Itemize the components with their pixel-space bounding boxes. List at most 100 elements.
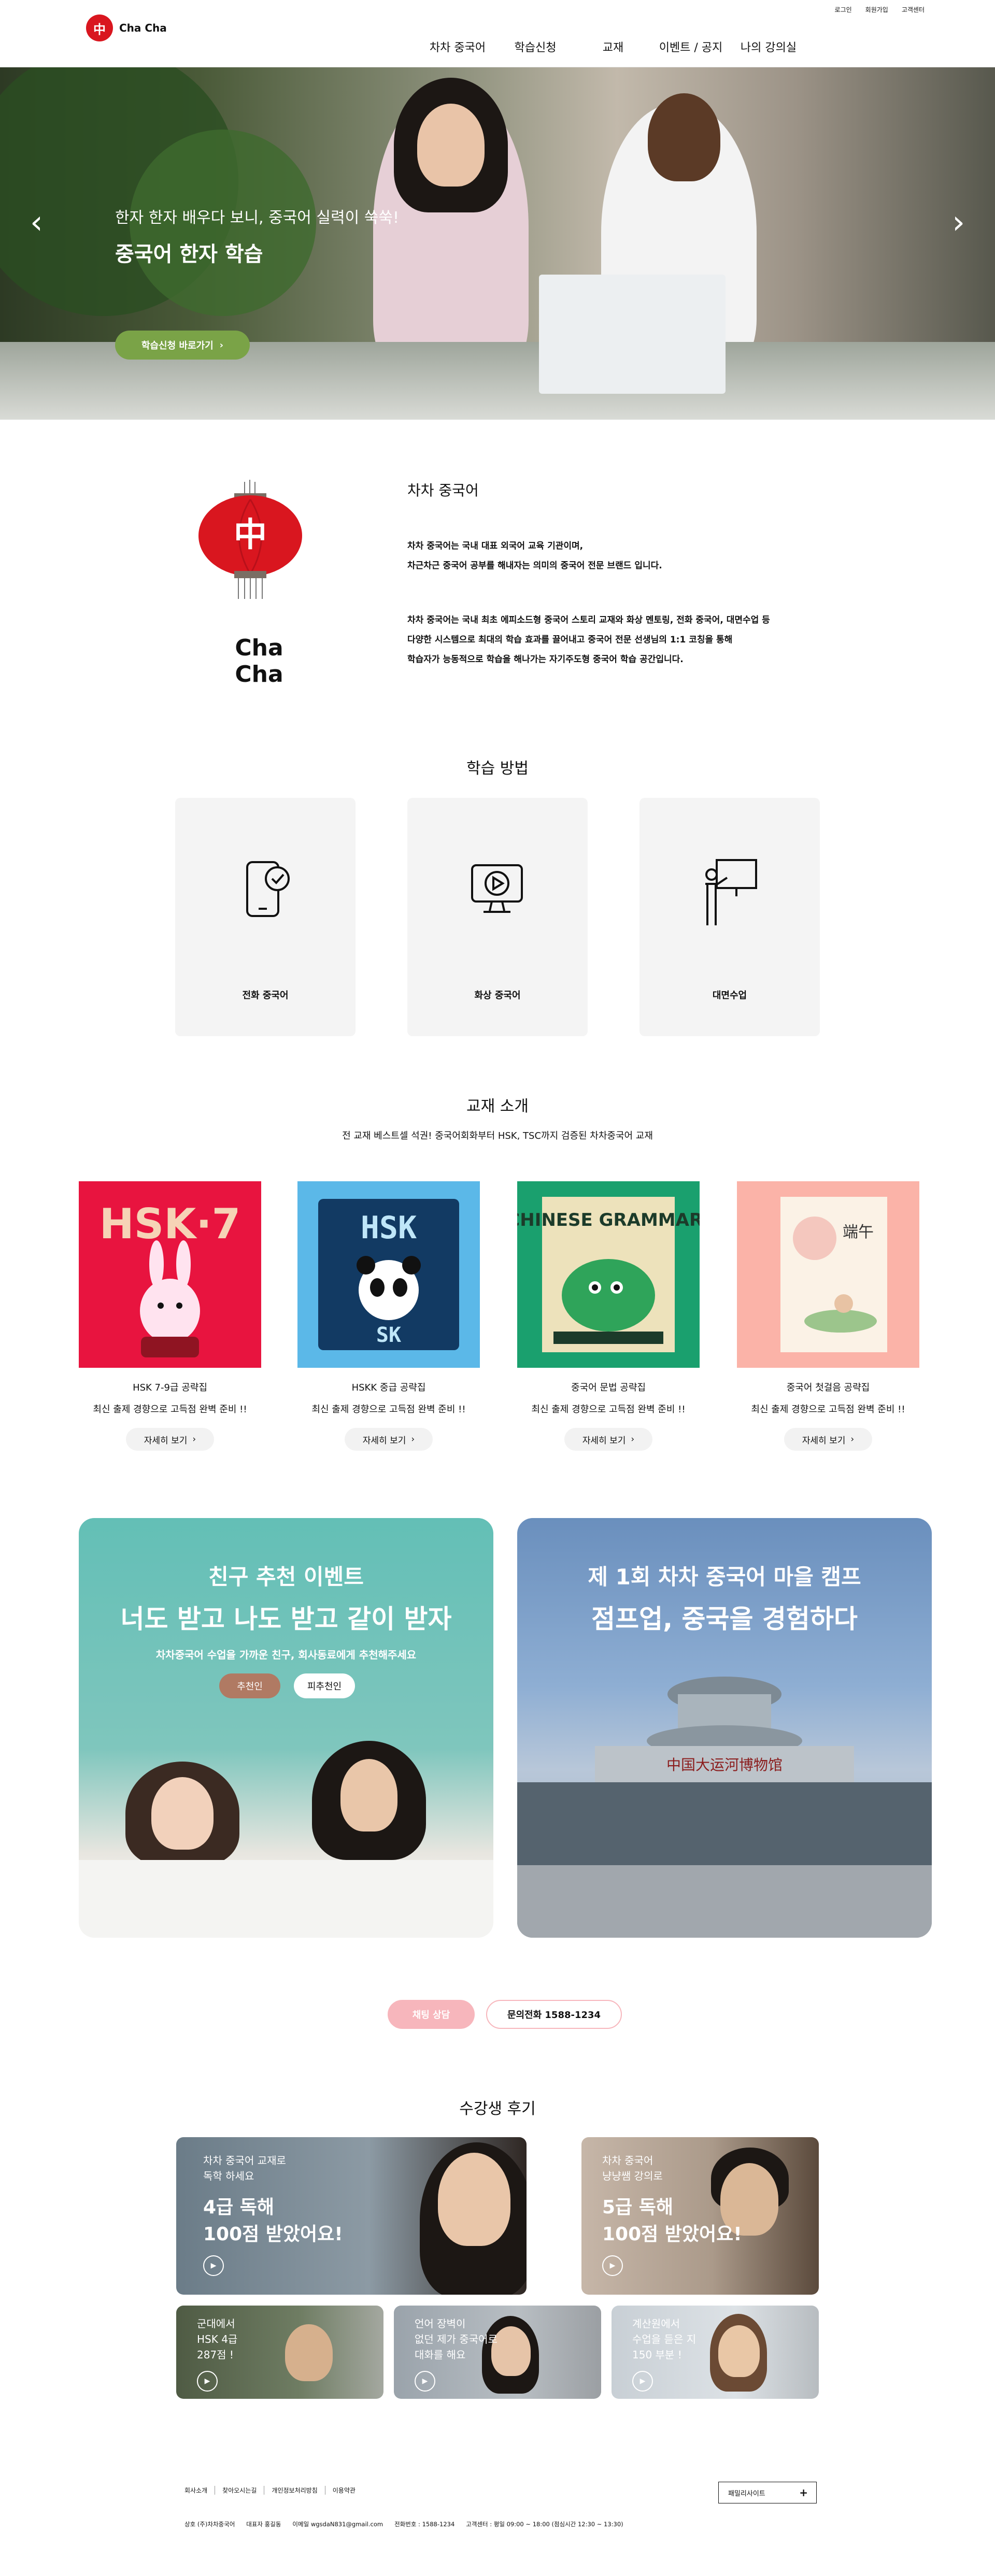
method-label: 대면수업	[712, 990, 747, 1001]
book-cover-grammar[interactable]: CHINESE GRAMMAR:	[517, 1181, 700, 1368]
review-headline: 4급 독해 100점 받았어요!	[203, 2197, 343, 2245]
review-card[interactable]: 군대에서 HSK 4급 287점 ! ▶	[176, 2306, 383, 2399]
lantern-logo-icon: 中	[86, 15, 113, 41]
event-person-face	[340, 1759, 397, 1831]
family-site-select[interactable]: 패밀리사이트 +	[718, 2482, 817, 2503]
method-label: 화상 중국어	[474, 990, 521, 1001]
play-icon[interactable]: ▶	[203, 2255, 224, 2276]
review-caption: 차차 중국어 교재로 독학 하세요	[203, 2154, 286, 2182]
event-desc: 차차중국어 수업을 가까운 친구, 회사동료에게 추천해주세요	[155, 1649, 417, 1661]
review-card[interactable]: 언어 장벽이 없던 제가 중국어로 대화를 해요 ▶	[394, 2306, 601, 2399]
hero-prev-arrow[interactable]: ‹	[30, 206, 43, 238]
book-desc: 최신 출제 경향으로 고득점 완벽 준비 !!	[531, 1404, 686, 1415]
play-icon[interactable]: ▶	[197, 2371, 218, 2392]
methods-title: 학습 방법	[466, 760, 529, 778]
book-cover-hsk7[interactable]: HSK·7	[79, 1181, 261, 1368]
footer-ceo: 대표자 홍길동	[246, 2521, 281, 2528]
review-caption: 계산원에서 수업을 듣은 지 150 부분 !	[632, 2317, 696, 2361]
video-monitor-icon	[471, 864, 523, 913]
hero-title: 중국어 한자 학습	[115, 242, 263, 266]
phone-inquiry-button[interactable]: 문의전화 1588-1234	[486, 2000, 622, 2029]
review-caption: 차차 중국어 냥냥쌤 강의로	[602, 2154, 663, 2182]
book-more-label: 자세히 보기	[582, 1435, 626, 1446]
about-paragraph-1: 차차 중국어는 국내 대표 외국어 교육 기관이며, 차근차근 중국어 공부를 …	[407, 536, 853, 576]
book-title: 중국어 문법 공략집	[571, 1382, 646, 1393]
hero-person-face	[417, 104, 485, 187]
svg-text:端午: 端午	[843, 1223, 874, 1241]
event-title: 제 1회 차차 중국어 마을 캠프	[588, 1564, 861, 1590]
footer-company: 상호 (주)차차중국어	[184, 2521, 235, 2528]
phone-check-icon	[246, 861, 290, 917]
event-bed	[79, 1860, 493, 1938]
chevron-right-icon: ›	[219, 339, 224, 351]
book-more-button[interactable]: 자세히 보기 ›	[784, 1428, 872, 1451]
book-more-button[interactable]: 자세히 보기 ›	[126, 1428, 214, 1451]
about-line: 차차 중국어는 국내 대표 외국어 교육 기관이며,	[407, 541, 584, 551]
review-caption: 언어 장벽이 없던 제가 중국어로 대화를 해요	[415, 2317, 497, 2361]
method-card-offline[interactable]: 대면수업	[639, 798, 820, 1036]
book-more-button[interactable]: 자세히 보기 ›	[345, 1428, 433, 1451]
svg-text:HSK: HSK	[361, 1210, 417, 1246]
about-line: 차근차근 중국어 공부를 해내자는 의미의 중국어 전문 브랜드 입니다.	[407, 561, 662, 571]
chat-consult-button[interactable]: 채팅 상담	[388, 2000, 475, 2029]
event-camp-banner[interactable]: 제 1회 차차 중국어 마을 캠프 점프업, 중국을 경험하다 中国大运河博物馆	[517, 1518, 932, 1938]
play-icon[interactable]: ▶	[602, 2255, 623, 2276]
footer-link-terms[interactable]: 이용약관	[325, 2486, 363, 2495]
footer-phone: 전화번호 : 1588-1234	[394, 2521, 455, 2528]
event-headline: 너도 받고 나도 받고 같이 받자	[120, 1604, 452, 1634]
review-person-face	[438, 2153, 510, 2246]
nav-my-classroom[interactable]: 나의 강의실	[730, 38, 807, 55]
plus-icon: +	[799, 2486, 808, 2499]
event-referral-banner[interactable]: 친구 추천 이벤트 너도 받고 나도 받고 같이 받자 차차중국어 수업을 가까…	[79, 1518, 493, 1938]
svg-text:SK: SK	[376, 1323, 401, 1347]
hero-banner: ‹ › 한자 한자 배우다 보니, 중국어 실력이 쑥쑥! 중국어 한자 학습 …	[0, 67, 995, 420]
brand-logo[interactable]: 中 Cha Cha	[86, 15, 167, 41]
footer-link-privacy[interactable]: 개인정보처리방침	[264, 2486, 325, 2495]
referrer-button[interactable]: 추천인	[219, 1673, 280, 1698]
referee-button[interactable]: 피추천인	[294, 1673, 355, 1698]
hero-laptop	[539, 275, 726, 394]
about-line: 학습자가 능동적으로 학습을 해나가는 자기주도형 중국어 학습 공간입니다.	[407, 654, 684, 665]
svg-text:CHINESE GRAMMAR:: CHINESE GRAMMAR:	[517, 1210, 700, 1230]
nav-chacha-chinese[interactable]: 차차 중국어	[419, 38, 496, 55]
main-nav: 차차 중국어 학습신청 교재 이벤트 / 공지 나의 강의실	[419, 38, 807, 55]
nav-textbooks[interactable]: 교재	[574, 38, 652, 55]
event-title: 친구 추천 이벤트	[208, 1564, 364, 1590]
book-cover-beginner[interactable]: 端午	[737, 1181, 919, 1368]
site-header: 中 Cha Cha 차차 중국어 학습신청 교재 이벤트 / 공지 나의 강의실	[0, 0, 995, 67]
review-card[interactable]: 계산원에서 수업을 듣은 지 150 부분 ! ▶	[612, 2306, 819, 2399]
book-cover-hskk[interactable]: HSK SK	[297, 1181, 480, 1368]
method-card-video[interactable]: 화상 중국어	[407, 798, 588, 1036]
book-desc: 최신 출제 경향으로 고득점 완벽 준비 !!	[311, 1404, 466, 1415]
hero-subtitle: 한자 한자 배우다 보니, 중국어 실력이 쑥쑥!	[115, 209, 399, 227]
play-icon[interactable]: ▶	[415, 2371, 435, 2392]
about-logo-name: Cha Cha	[235, 635, 283, 688]
hero-next-arrow[interactable]: ›	[952, 206, 965, 238]
play-icon[interactable]: ▶	[632, 2371, 653, 2392]
review-card[interactable]: 차차 중국어 냥냥쌤 강의로 5급 독해 100점 받았어요! ▶	[581, 2137, 819, 2295]
footer-email: 이메일 wgsdaN831@gmail.com	[292, 2521, 383, 2528]
nav-events[interactable]: 이벤트 / 공지	[652, 38, 730, 55]
review-card[interactable]: 차차 중국어 교재로 독학 하세요 4급 독해 100점 받았어요! ▶	[176, 2137, 527, 2295]
about-line: 차차 중국어는 국내 최초 에피소드형 중국어 스토리 교재와 화상 멘토링, …	[407, 615, 770, 625]
book-card: 端午 중국어 첫걸음 공략집 최신 출제 경향으로 고득점 완벽 준비 !! 자…	[737, 1181, 919, 1451]
book-card: HSK·7 HSK 7-9급 공략집 최신 출제 경향으로 고득점 완벽 준비 …	[79, 1181, 261, 1451]
book-more-label: 자세히 보기	[802, 1435, 846, 1446]
footer-link-about[interactable]: 회사소개	[184, 2486, 216, 2495]
apply-now-button[interactable]: 학습신청 바로가기 ›	[115, 331, 250, 360]
book-title: HSK 7-9급 공략집	[133, 1382, 207, 1393]
book-desc: 최신 출제 경향으로 고득점 완벽 준비 !!	[93, 1404, 247, 1415]
book-card: CHINESE GRAMMAR: 중국어 문법 공략집 최신 출제 경향으로 고…	[517, 1181, 700, 1451]
book-title: HSKK 중급 공략집	[351, 1382, 426, 1393]
chevron-right-icon: ›	[192, 1434, 196, 1444]
books-subtitle: 전 교재 베스트셀 석권! 중국어회화부터 HSK, TSC까지 검증된 차차중…	[342, 1130, 653, 1141]
books-title: 교재 소개	[466, 1097, 529, 1115]
footer-hours: 고객센터 : 평일 09:00 ~ 18:00 (점심시간 12:30 ~ 13…	[466, 2521, 623, 2528]
nav-apply[interactable]: 학습신청	[496, 38, 574, 55]
footer-link-directions[interactable]: 찾아오시는길	[215, 2486, 265, 2495]
footer-company-info: 상호 (주)차차중국어 대표자 홍길동 이메일 wgsdaN831@gmail.…	[184, 2520, 623, 2528]
method-card-phone[interactable]: 전화 중국어	[175, 798, 356, 1036]
book-more-button[interactable]: 자세히 보기 ›	[564, 1428, 652, 1451]
hero-person-face	[648, 93, 720, 181]
svg-text:中国大运河博物馆: 中国大运河博物馆	[666, 1756, 783, 1773]
